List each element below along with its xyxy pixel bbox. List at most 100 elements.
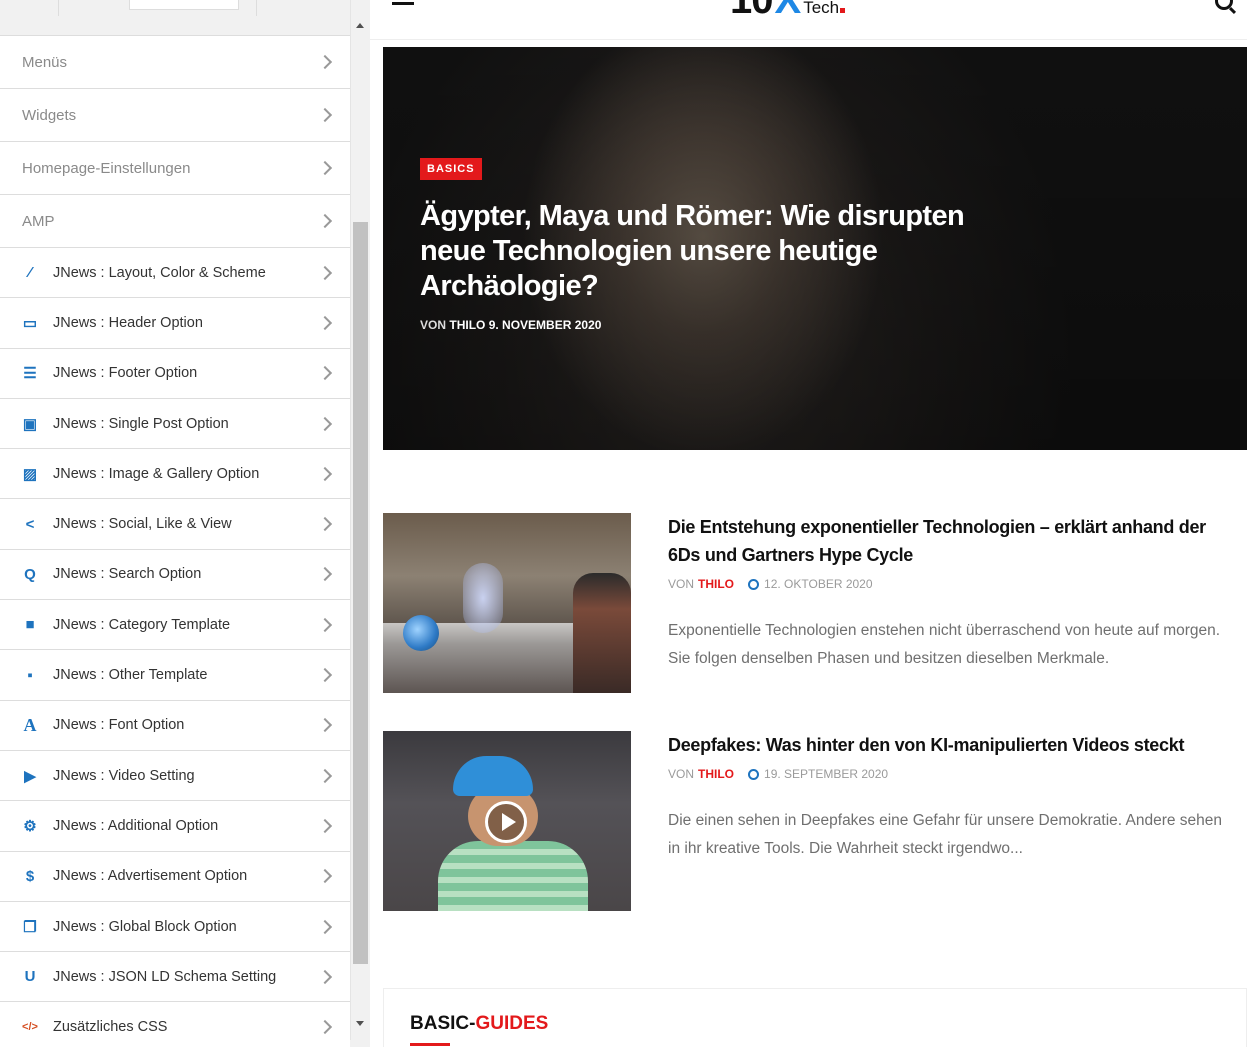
menu-item-label: JNews : Footer Option [53,365,198,382]
menu-item-jnews[interactable]: ■ JNews : Category Template [0,600,350,651]
menu-item-label: Widgets [22,106,77,124]
meta-author[interactable]: THILO [449,318,485,332]
header-icon: ▭ [22,314,38,332]
meta-date: 19. SEPTEMBER 2020 [764,767,889,781]
chevron-right-icon [317,416,333,431]
menu-item-label: JNews : Image & Gallery Option [53,465,260,482]
category-badge[interactable]: BASICS [420,158,482,180]
sidebar-scrollbar[interactable] [350,0,370,1040]
menu-item-jnews[interactable]: ▣ JNews : Single Post Option [0,398,350,450]
scroll-up-icon[interactable] [356,23,364,28]
menu-item-label: JNews : Category Template [53,616,231,633]
menu-item-jnews[interactable]: A JNews : Font Option [0,700,350,751]
menu-item-amp[interactable]: AMP [0,195,350,248]
thumb-shape [453,756,533,796]
menu-item-jnews[interactable]: < JNews : Social, Like & View [0,499,350,550]
meta-author[interactable]: THILO [698,577,734,591]
top-divider [256,0,257,16]
thumb-shape [573,573,631,693]
menu-item-jnews[interactable]: ▭ JNews : Header Option [0,298,350,349]
thumb-shape [403,615,439,651]
menu-item-jnews[interactable]: ▪ JNews : Other Template [0,650,350,701]
post-text: Die Entstehung exponentieller Technologi… [668,513,1238,673]
site-header: 10 X Tech [370,0,1247,40]
chevron-right-icon [317,107,333,123]
menu-item-label: JNews : Global Block Option [53,918,237,935]
copy-icon: ❐ [23,918,37,936]
chevron-right-icon [317,718,333,733]
search-icon[interactable] [1215,0,1233,10]
chevron-right-icon [317,213,333,229]
chevron-right-icon [317,366,333,381]
post-thumbnail[interactable] [383,731,631,911]
menu-item-jnews[interactable]: ☰ JNews : Footer Option [0,348,350,399]
search-icon: Q [24,565,36,583]
logo-tech-text: Tech [803,0,840,17]
hero-title[interactable]: Ägypter, Maya und Römer: Wie disrupten n… [420,199,980,304]
menu-item-jnews[interactable]: </> Zusätzliches CSS [0,1002,350,1047]
chevron-right-icon [317,667,333,683]
chevron-right-icon [317,919,333,934]
menu-item-widgets[interactable]: Widgets [0,89,350,142]
share-icon: < [25,515,35,533]
menu-item-label: Homepage-Einstellungen [22,159,191,177]
menu-item-jnews[interactable]: U JNews : JSON LD Schema Setting [0,952,350,1003]
thumb-shape [463,563,503,633]
section-basic-guides: BASIC-GUIDES [383,988,1247,1047]
menu-item-label: JNews : Font Option [53,717,185,734]
post-title[interactable]: Die Entstehung exponentieller Technologi… [668,513,1238,569]
list-icon: ☰ [23,365,37,383]
menu-item-label: AMP [22,212,55,230]
menu-item-jnews[interactable]: ⁄ JNews : Layout, Color & Scheme [0,248,350,299]
scrollbar-thumb[interactable] [353,222,368,964]
menu-item-label: JNews : Other Template [53,667,208,684]
section-title-a: BASIC- [410,1013,476,1034]
chevron-right-icon [317,160,333,176]
chevron-right-icon [317,869,333,884]
hero-post[interactable]: BASICS Ägypter, Maya und Römer: Wie disr… [383,47,1247,450]
menu-item-jnews[interactable]: $ JNews : Advertisement Option [0,851,350,902]
section-title-b: GUIDES [475,1013,549,1034]
hamburger-menu-icon[interactable] [392,2,414,6]
menu-item-label: JNews : Header Option [53,314,203,331]
chevron-right-icon [317,617,333,632]
menu-item-jnews[interactable]: ▶ JNews : Video Setting [0,750,350,802]
menu-item-menus[interactable]: Menüs [0,36,350,89]
logo-x: X [774,0,802,22]
chevron-right-icon [317,466,333,481]
chevron-right-icon [317,969,333,984]
menu-item-label: JNews : Video Setting [53,767,195,784]
menu-item-jnews[interactable]: ❐ JNews : Global Block Option [0,901,350,953]
font-icon: A [23,714,37,735]
scroll-down-icon[interactable] [356,1021,364,1026]
chevron-right-icon [317,567,333,582]
play-icon: ▶ [24,767,36,785]
section-title[interactable]: BASIC-GUIDES [410,1013,548,1035]
briefcase-icon: ■ [25,616,35,634]
hero-meta: VON THILO 9. NOVEMBER 2020 [420,318,601,332]
meta-date: 9. NOVEMBER 2020 [488,318,602,332]
menu-item-jnews[interactable]: ⚙ JNews : Additional Option [0,801,350,852]
top-divider [58,0,59,16]
menu-item-label: JNews : Layout, Color & Scheme [53,264,266,281]
menu-item-homepage-settings[interactable]: Homepage-Einstellungen [0,142,350,195]
magnet-icon: U [24,968,36,986]
post-thumbnail[interactable] [383,513,631,693]
archive-icon: ▪ [27,666,33,684]
menu-item-label: JNews : Single Post Option [53,415,229,432]
menu-item-label: JNews : JSON LD Schema Setting [53,968,277,985]
post-title[interactable]: Deepfakes: Was hinter den von KI-manipul… [668,731,1238,759]
menu-item-label: Menüs [22,53,68,71]
meta-author[interactable]: THILO [698,767,734,781]
dollar-icon: $ [25,867,35,885]
play-icon[interactable] [485,801,527,843]
menu-item-jnews[interactable]: ▨ JNews : Image & Gallery Option [0,449,350,500]
post-excerpt: Die einen sehen in Deepfakes eine Gefahr… [668,812,1223,857]
menu-item-jnews[interactable]: Q JNews : Search Option [0,549,350,601]
post-item: Die Entstehung exponentieller Technologi… [383,513,1247,693]
chevron-right-icon [317,1020,333,1035]
site-logo[interactable]: 10 X Tech [730,0,846,22]
meta-by: VON [420,318,447,332]
top-tab[interactable] [129,0,239,10]
menu-item-label: Zusätzliches CSS [53,1019,168,1036]
